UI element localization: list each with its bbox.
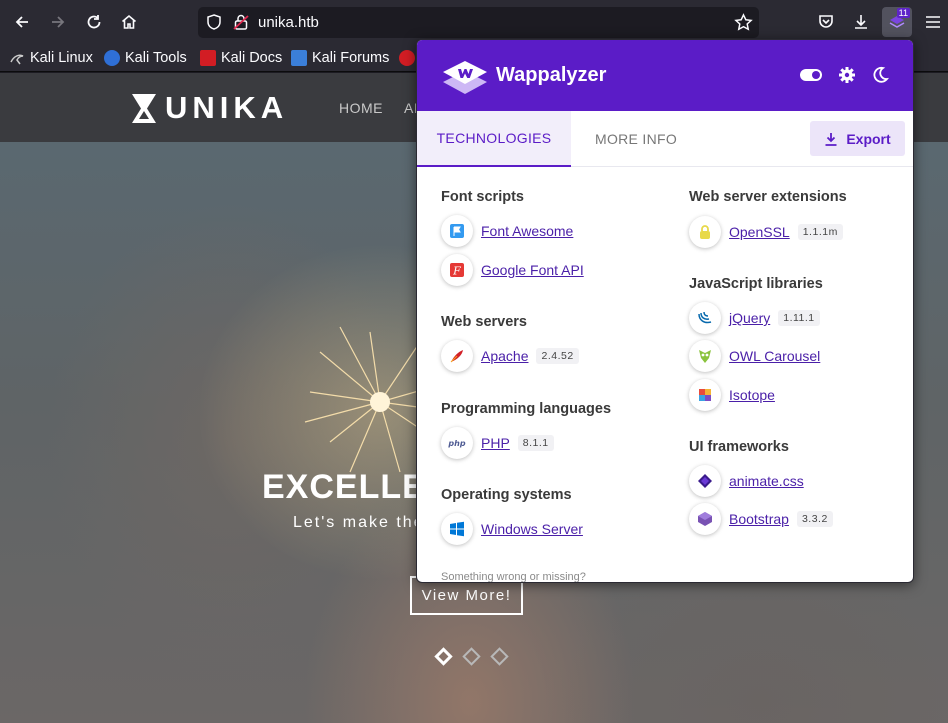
download-icon — [825, 132, 837, 146]
category-operating-systems: Operating systems — [441, 487, 572, 503]
kali-forums-icon — [291, 50, 307, 66]
export-button[interactable]: Export — [810, 121, 905, 156]
bookmark-kali-docs[interactable]: Kali Docs — [200, 49, 282, 67]
bookmark-kali-forums[interactable]: Kali Forums — [291, 49, 389, 67]
tab-technologies[interactable]: TECHNOLOGIES — [417, 111, 571, 167]
google-font-icon: F — [441, 254, 473, 286]
feedback-link[interactable]: Something wrong or missing? — [441, 571, 586, 582]
enable-toggle[interactable] — [800, 69, 822, 81]
unika-logo-icon — [132, 94, 156, 123]
browser-toolbar: unika.htb 11 — [0, 0, 948, 44]
export-label: Export — [846, 130, 891, 147]
php-icon: php — [441, 427, 473, 459]
kali-dragon-icon — [9, 50, 25, 66]
tech-item[interactable]: Bootstrap 3.3.2 — [689, 503, 833, 535]
apache-feather-icon — [441, 340, 473, 372]
tech-item[interactable]: php PHP 8.1.1 — [441, 427, 554, 459]
wappalyzer-logo-icon — [443, 61, 487, 94]
windows-icon — [441, 513, 473, 545]
svg-text:php: php — [448, 439, 466, 448]
category-programming-languages: Programming languages — [441, 401, 612, 417]
animate-css-icon — [689, 465, 721, 497]
tech-item[interactable]: Apache 2.4.52 — [441, 340, 579, 372]
category-ui-frameworks: UI frameworks — [689, 439, 789, 455]
hero-subtitle: Let's make the — [293, 514, 425, 531]
jquery-icon — [689, 302, 721, 334]
tech-item[interactable]: jQuery 1.11.1 — [689, 302, 820, 334]
bookmark-icon — [399, 50, 415, 66]
bootstrap-icon — [689, 503, 721, 535]
downloads-button[interactable] — [846, 7, 876, 37]
category-web-server-extensions: Web server extensions — [689, 189, 847, 205]
wappalyzer-header: Wappalyzer — [417, 40, 913, 111]
isotope-icon — [689, 379, 721, 411]
wappalyzer-tabs: TECHNOLOGIES MORE INFO Export — [417, 111, 913, 167]
svg-text:F: F — [452, 265, 461, 278]
tech-item[interactable]: OpenSSL 1.1.1m — [689, 216, 843, 248]
dark-mode-moon-icon[interactable] — [872, 66, 889, 83]
gear-icon[interactable] — [838, 66, 856, 84]
tech-item[interactable]: OWL Carousel — [689, 340, 820, 372]
category-javascript-libraries: JavaScript libraries — [689, 276, 823, 292]
tech-item[interactable]: Isotope — [689, 379, 775, 411]
category-font-scripts: Font scripts — [441, 189, 524, 205]
wappalyzer-popup: Wappalyzer TECHNOLOGIES MORE INFO Export… — [416, 39, 914, 583]
tracking-shield-icon[interactable] — [205, 13, 223, 31]
insecure-lock-icon[interactable] — [232, 13, 250, 31]
reload-button[interactable] — [79, 7, 109, 37]
forward-button[interactable] — [43, 7, 73, 37]
font-awesome-icon — [441, 215, 473, 247]
wappalyzer-extension-button[interactable]: 11 — [882, 7, 912, 37]
kali-docs-icon — [200, 50, 216, 66]
tech-item[interactable]: Windows Server — [441, 513, 583, 545]
url-text[interactable]: unika.htb — [258, 14, 319, 31]
tech-item[interactable]: Font Awesome — [441, 215, 573, 247]
bookmark-kali-tools[interactable]: Kali Tools — [104, 49, 187, 67]
tab-more-info[interactable]: MORE INFO — [595, 111, 677, 166]
category-web-servers: Web servers — [441, 314, 527, 330]
back-button[interactable] — [7, 7, 37, 37]
arrow-left-icon — [15, 16, 28, 28]
url-bar[interactable]: unika.htb — [198, 7, 759, 38]
download-icon — [855, 15, 867, 29]
bookmark-kali-linux[interactable]: Kali Linux — [9, 49, 93, 67]
hamburger-menu-icon — [926, 16, 940, 28]
reload-icon — [87, 15, 101, 29]
owl-icon — [689, 340, 721, 372]
pocket-button[interactable] — [811, 7, 841, 37]
openssl-lock-icon — [689, 216, 721, 248]
nav-home[interactable]: HOME — [339, 100, 383, 116]
home-icon — [121, 14, 137, 29]
wappalyzer-brand: Wappalyzer — [496, 64, 607, 86]
bookmark-star-icon[interactable] — [734, 13, 753, 32]
arrow-right-icon — [52, 16, 65, 28]
tech-item[interactable]: F Google Font API — [441, 254, 584, 286]
site-logo[interactable]: UNIKA — [165, 90, 288, 126]
tech-item[interactable]: animate.css — [689, 465, 804, 497]
pocket-icon — [819, 15, 833, 28]
kali-tools-icon — [104, 50, 120, 66]
home-button[interactable] — [114, 7, 144, 37]
extension-badge: 11 — [896, 8, 910, 18]
menu-button[interactable] — [918, 7, 948, 37]
